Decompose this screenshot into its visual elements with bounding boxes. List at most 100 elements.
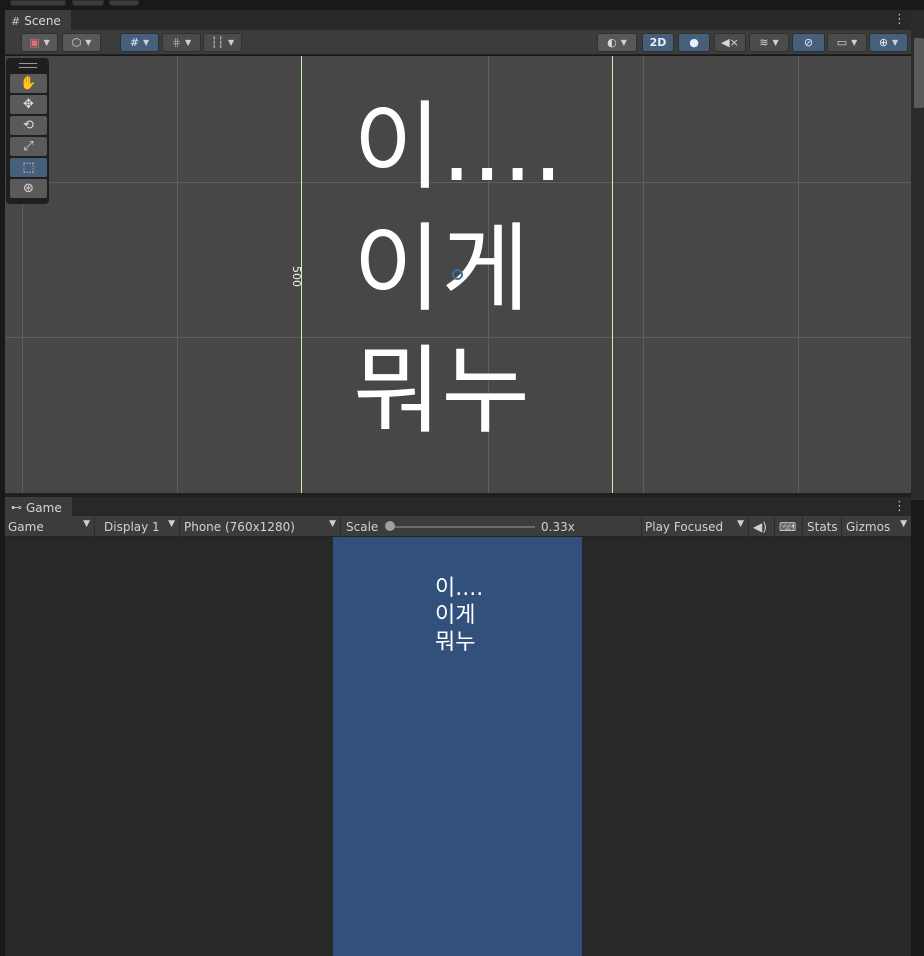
lighting-toggle-button[interactable]: ● [678,33,710,52]
scene-tab-bar: # Scene ⋮ [5,10,911,30]
panel-menu-icon[interactable]: ⋮ [893,12,906,27]
scale-tool[interactable]: ⤢ [10,137,47,156]
dropdown-arrow-icon: ▼ [772,38,779,47]
2d-label: 2D [649,36,667,49]
visibility-toggle-button[interactable]: ⊘ [792,33,825,52]
increment-snap-icon: ⋕ [171,36,182,49]
grid-line [177,56,178,493]
gizmos-dropdown[interactable]: Gizmos ▼ [843,516,911,537]
play-mode-dropdown[interactable]: Play Focused ▼ [641,516,749,537]
stats-label: Stats [807,519,838,534]
scale-value: 0.33x [541,519,575,534]
top-window-strip [0,0,924,10]
audio-toggle-button[interactable]: ◀× [714,33,746,52]
dropdown-arrow-icon: ▼ [83,519,90,529]
cube-icon: ⬡ [71,36,82,49]
tab-game[interactable]: ⊷ Game [5,497,72,516]
ruler-icon: ┆┆ [210,36,225,49]
display-label: Display 1 [104,519,160,534]
scale-slider-track[interactable] [395,526,535,528]
audio-toggle[interactable]: ◀) [750,516,775,537]
rect-tool[interactable]: ⬚ [10,158,47,177]
tab-game-label: Game [26,500,62,515]
dropdown-arrow-icon: ▼ [43,38,50,47]
grid-line [643,56,644,493]
canvas-height-label: 500 [290,266,303,287]
tab-scene[interactable]: # Scene [5,10,71,30]
rect-icon: ⬚ [22,160,35,175]
render-mode-button[interactable]: ◐ ▼ [597,33,637,52]
eye-slash-icon: ⊘ [803,36,814,49]
draw-mode-icon: ▣ [29,36,40,49]
game-mode-label: Game [8,519,44,534]
hand-tool[interactable]: ✋ [10,74,47,93]
dropdown-arrow-icon: ▼ [168,519,175,529]
panel-menu-icon[interactable]: ⋮ [893,499,906,514]
tab-scene-label: Scene [24,14,61,28]
display-dropdown[interactable]: Display 1 ▼ [101,516,180,537]
scale-icon: ⤢ [23,139,34,154]
game-tab-bar: ⊷ Game ⋮ [5,497,911,516]
game-view[interactable]: 이.... 이게 뭐누 [5,537,911,956]
keyboard-shortcuts-toggle[interactable]: ⌨ [776,516,803,537]
effects-button[interactable]: ≋ ▼ [749,33,789,52]
play-mode-label: Play Focused [645,519,724,534]
gizmo-icon: ⊕ [878,36,889,49]
camera-button[interactable]: ▭ ▼ [827,33,867,52]
scene-scrollbar[interactable] [911,10,924,500]
dropdown-arrow-icon: ▼ [851,38,858,47]
audio-muted-icon: ◀× [721,36,739,49]
dropdown-arrow-icon: ▼ [143,38,150,47]
dropdown-arrow-icon: ▼ [900,519,907,529]
dropdown-arrow-icon: ▼ [228,38,235,47]
pivot-handle[interactable] [452,269,463,280]
increment-snap-button[interactable]: ⋕ ▼ [162,33,201,52]
resolution-dropdown[interactable]: Phone (760x1280) ▼ [181,516,341,537]
gizmos-label: Gizmos [846,519,891,534]
dropdown-arrow-icon: ▼ [185,38,192,47]
game-toolbar: Game ▼ Display 1 ▼ Phone (760x1280) ▼ Sc… [5,516,911,537]
grid-snap-icon: # [129,36,140,49]
stats-toggle[interactable]: Stats [804,516,842,537]
scale-slider-knob[interactable] [385,521,395,531]
gamepad-icon: ⊷ [11,501,22,514]
game-render-area: 이.... 이게 뭐누 [333,537,582,956]
grid-line [798,56,799,493]
palette-grip-icon[interactable] [18,63,37,68]
shading-button[interactable]: ⬡ ▼ [62,33,101,52]
top-strip-button[interactable] [10,0,66,6]
top-strip-button[interactable] [72,0,104,6]
lightbulb-icon: ● [689,36,699,49]
scrollbar-thumb[interactable] [914,38,924,108]
scale-label: Scale [346,519,379,534]
rotate-tool[interactable]: ⟲ [10,116,47,135]
dropdown-arrow-icon: ▼ [329,519,336,529]
game-text: 이.... 이게 뭐누 [435,576,484,655]
tool-palette: ✋ ✥ ⟲ ⤢ ⬚ ⊛ [6,58,49,204]
layers-icon: ≋ [759,36,769,49]
grid-icon: # [11,14,21,28]
draw-mode-button[interactable]: ▣ ▼ [21,33,58,52]
2d-toggle-button[interactable]: 2D [642,33,674,52]
scene-text-object[interactable]: 이.... 이게 뭐누 [353,86,613,452]
ruler-button[interactable]: ┆┆ ▼ [203,33,242,52]
rotate-icon: ⟲ [23,118,34,133]
grid-snap-button[interactable]: # ▼ [120,33,159,52]
hand-icon: ✋ [20,76,37,91]
transform-tool[interactable]: ⊛ [10,179,47,198]
dropdown-arrow-icon: ▼ [892,38,899,47]
game-mode-dropdown[interactable]: Game ▼ [5,516,95,537]
resolution-label: Phone (760x1280) [184,519,295,534]
scene-toolbar: ▣ ▼ ⬡ ▼ # ▼ ⋕ ▼ ┆┆ ▼ ◐ ▼ 2D ● ◀× ≋ ▼ ⊘ ▭ ▼ ⊕ ▼ [5,30,911,55]
gizmos-button[interactable]: ⊕ ▼ [869,33,908,52]
scene-view[interactable]: 500 이.... 이게 뭐누 [5,56,911,493]
move-tool[interactable]: ✥ [10,95,47,114]
sphere-icon: ◐ [607,36,617,49]
top-strip-button[interactable] [109,0,139,6]
camera-icon: ▭ [836,36,848,49]
keyboard-icon: ⌨ [779,519,797,534]
speaker-icon: ◀) [753,519,767,534]
dropdown-arrow-icon: ▼ [85,38,92,47]
transform-icon: ⊛ [23,181,34,196]
dropdown-arrow-icon: ▼ [737,519,744,529]
